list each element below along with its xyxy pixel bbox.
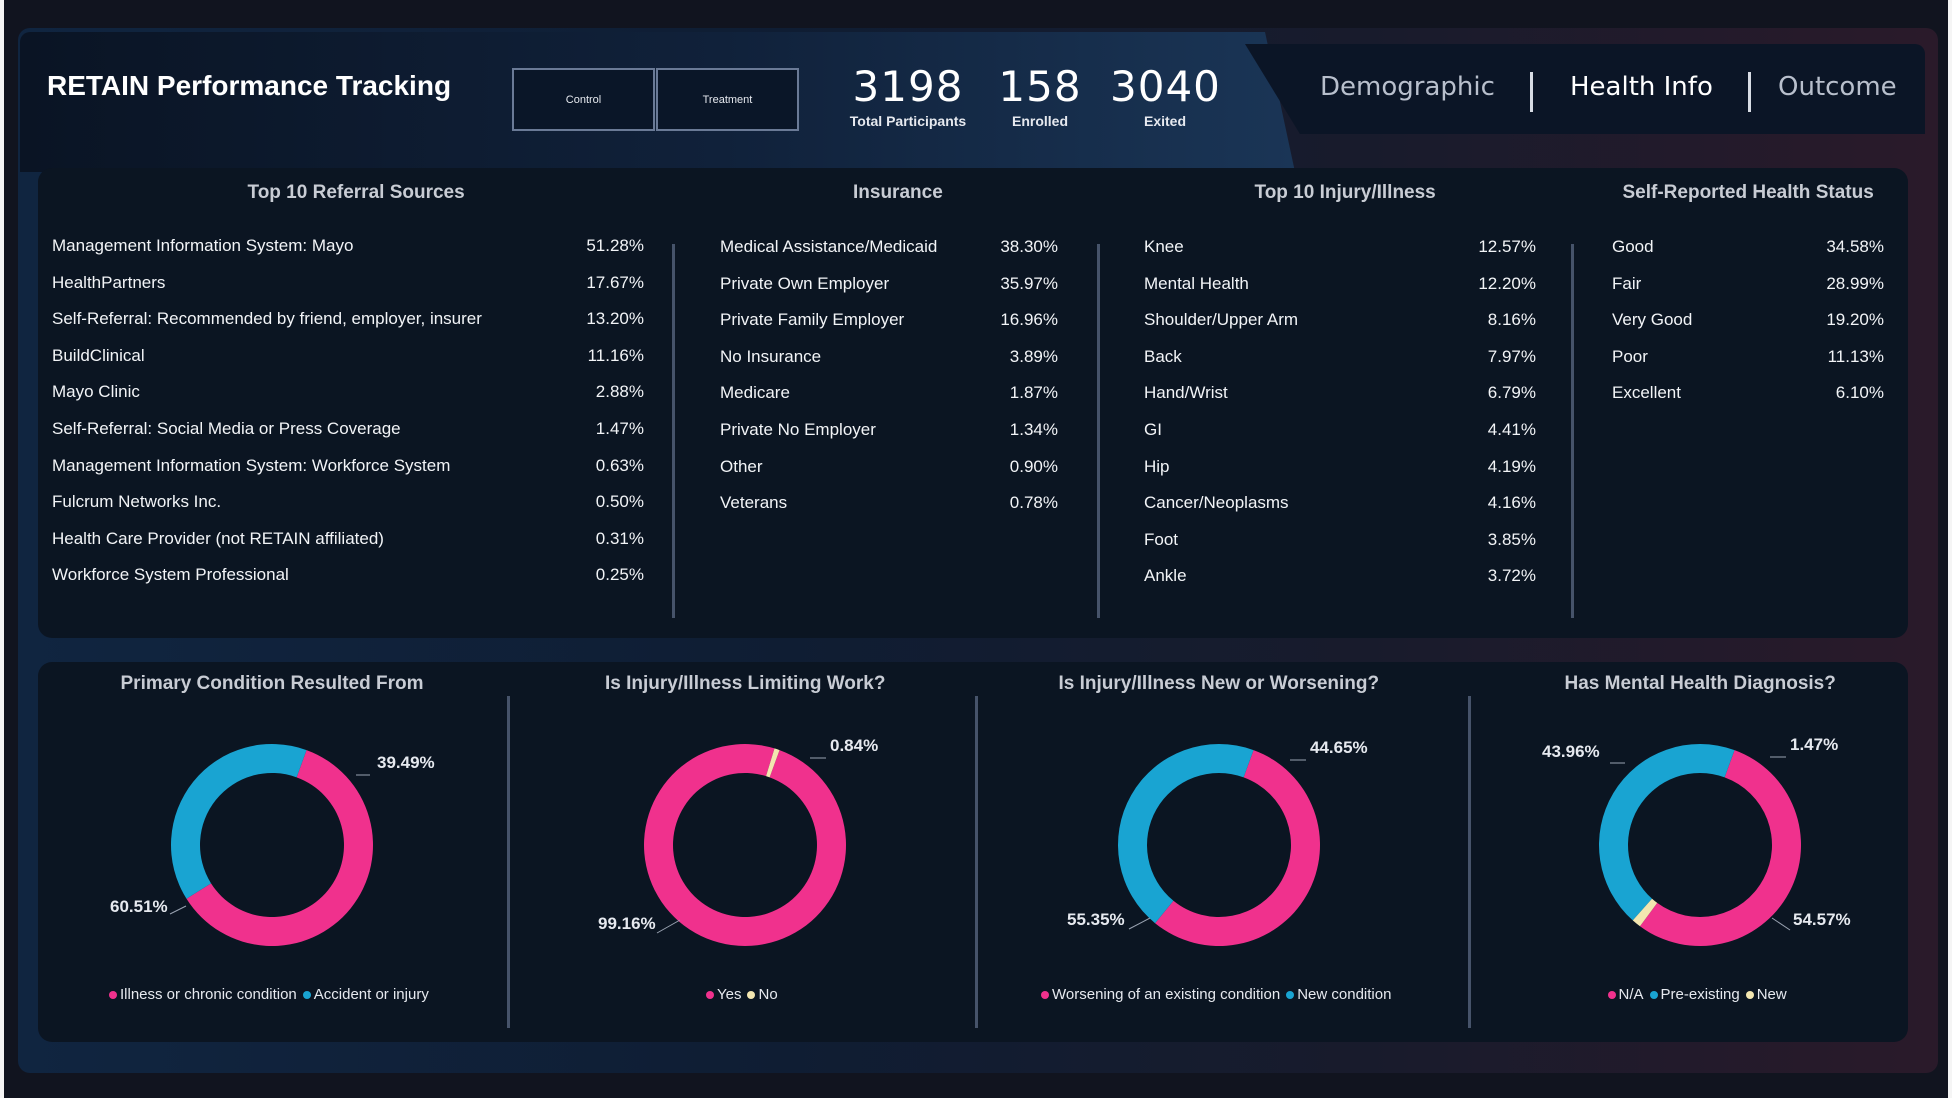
legend-item[interactable]: N/A	[1607, 986, 1644, 1003]
legend-dot-icon	[1607, 991, 1616, 1000]
legend-label: New	[1756, 986, 1787, 1003]
legend-item[interactable]: Pre-existing	[1649, 986, 1740, 1003]
donut-value-label: 1.47%	[1790, 735, 1839, 754]
legend-dot-icon	[1745, 991, 1754, 1000]
legend-label: N/A	[1618, 986, 1644, 1003]
legend-item[interactable]: New	[1745, 986, 1787, 1003]
donut-value-label: 54.57%	[1793, 910, 1851, 929]
donut-chart	[1598, 743, 1801, 946]
donut-slice[interactable]	[1598, 743, 1735, 921]
leader-line	[1771, 917, 1791, 931]
legend-label: Pre-existing	[1660, 986, 1740, 1003]
donut-legend: N/A Pre-existing New	[1607, 986, 1793, 1003]
legend-dot-icon	[1649, 991, 1658, 1000]
donut-value-label: 43.96%	[1542, 742, 1600, 761]
